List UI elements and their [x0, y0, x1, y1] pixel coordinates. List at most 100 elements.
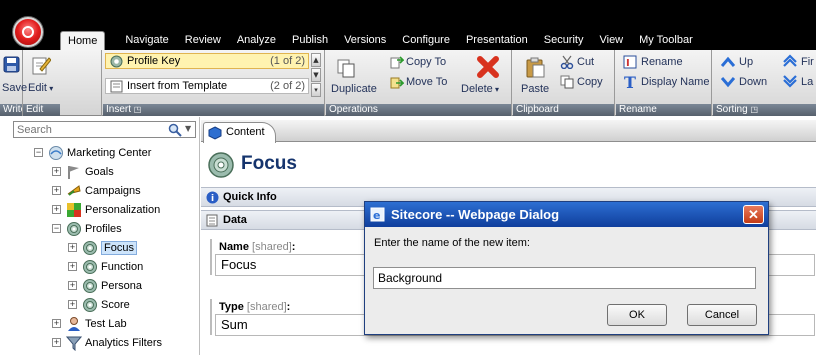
- svg-text:I: I: [626, 58, 630, 69]
- operations-group-label: Operations: [326, 104, 511, 116]
- expand-icon[interactable]: +: [52, 338, 61, 347]
- insert-group-label: Insert: [106, 104, 132, 115]
- tab-view[interactable]: View: [599, 31, 623, 50]
- profile-icon: [83, 259, 97, 274]
- test-lab-icon: [68, 316, 80, 331]
- up-arrow-icon: [721, 56, 735, 67]
- tab-review[interactable]: Review: [185, 31, 221, 50]
- insert-option-label: Insert from Template: [127, 80, 228, 92]
- collapse-icon[interactable]: −: [52, 224, 61, 233]
- delete-icon: [477, 56, 499, 78]
- cut-button[interactable]: Cut: [577, 56, 594, 68]
- info-icon: i: [206, 191, 219, 204]
- tab-configure[interactable]: Configure: [402, 31, 450, 50]
- tree-item-profiles[interactable]: − Profiles: [52, 219, 122, 238]
- copy-button[interactable]: Copy: [577, 76, 603, 88]
- tree-item-label-function: Function: [101, 260, 144, 273]
- tab-publish[interactable]: Publish: [292, 31, 328, 50]
- tree-item-focus[interactable]: + Focus: [68, 238, 137, 257]
- tab-security[interactable]: Security: [544, 31, 584, 50]
- tree-item-analytics-filters[interactable]: + Analytics Filters: [52, 333, 162, 352]
- tree-item-label-marketing-center: Marketing Center: [67, 146, 152, 159]
- svg-text:i: i: [211, 194, 214, 204]
- expand-icon[interactable]: +: [52, 319, 61, 328]
- tab-analyze[interactable]: Analyze: [237, 31, 276, 50]
- tab-content-label: Content: [226, 126, 265, 138]
- collapse-icon[interactable]: −: [34, 148, 43, 157]
- sort-last-button[interactable]: La: [801, 76, 813, 88]
- expand-icon[interactable]: +: [52, 205, 61, 214]
- expand-icon[interactable]: +: [68, 300, 77, 309]
- dialog-title-bar[interactable]: e Sitecore -- Webpage Dialog ✕: [365, 202, 768, 227]
- tree-item-score[interactable]: + Score: [68, 295, 130, 314]
- delete-button[interactable]: Delete ▾: [461, 83, 499, 95]
- profile-icon: [83, 240, 97, 255]
- data-section-icon: [206, 214, 218, 227]
- sort-last-icon: [783, 75, 797, 88]
- content-tab-icon: [208, 126, 222, 140]
- edit-button[interactable]: Edit ▾: [28, 82, 53, 94]
- search-icon[interactable]: [168, 123, 182, 137]
- tree-item-test-lab[interactable]: + Test Lab: [52, 314, 127, 333]
- write-group-label: Write: [0, 104, 22, 116]
- tree-item-label-goals: Goals: [85, 165, 114, 178]
- tree-item-function[interactable]: + Function: [68, 257, 143, 276]
- gallery-scroll-down[interactable]: ▼: [311, 68, 321, 82]
- sorting-group-label: Sorting: [716, 104, 748, 115]
- svg-text:e: e: [373, 209, 380, 222]
- paste-button[interactable]: Paste: [521, 83, 549, 95]
- close-icon[interactable]: ✕: [743, 205, 764, 224]
- tree-item-campaigns[interactable]: + Campaigns: [52, 181, 141, 200]
- copy-to-button[interactable]: Copy To: [406, 56, 446, 68]
- item-name-input[interactable]: [373, 267, 756, 289]
- tab-versions[interactable]: Versions: [344, 31, 386, 50]
- search-input[interactable]: [14, 122, 154, 137]
- expand-icon[interactable]: +: [68, 243, 77, 252]
- copy-icon: [560, 75, 574, 89]
- ok-button[interactable]: OK: [607, 304, 667, 326]
- tree-item-label-test-lab: Test Lab: [85, 317, 127, 330]
- field-colon: :: [286, 301, 291, 313]
- tree-item-marketing-center[interactable]: − Marketing Center: [34, 143, 151, 162]
- display-name-button[interactable]: Display Name: [641, 76, 709, 88]
- type-field-label: Type [shared]:: [219, 301, 290, 313]
- insert-option-profile-key[interactable]: Profile Key (1 of 2): [105, 53, 309, 69]
- move-to-button[interactable]: Move To: [406, 76, 447, 88]
- tab-navigate[interactable]: Navigate: [125, 31, 168, 50]
- sitecore-start-button[interactable]: [13, 17, 43, 47]
- insert-group: Profile Key (1 of 2) Insert from Templat…: [103, 50, 325, 116]
- tab-home[interactable]: Home: [60, 31, 106, 50]
- delete-button-label: Delete: [461, 83, 493, 95]
- name-field-label: Name [shared]:: [219, 241, 295, 253]
- tree-item-persona[interactable]: + Persona: [68, 276, 142, 295]
- save-icon: [3, 56, 20, 73]
- sort-up-button[interactable]: Up: [739, 56, 753, 68]
- profile-icon: [83, 297, 97, 312]
- sort-down-button[interactable]: Down: [739, 76, 767, 88]
- ie-page-icon: e: [370, 207, 385, 222]
- profile-key-icon: [110, 55, 123, 68]
- rename-icon: I: [623, 55, 637, 69]
- expand-icon[interactable]: +: [52, 167, 61, 176]
- tab-my-toolbar[interactable]: My Toolbar: [639, 31, 693, 50]
- rename-button[interactable]: Rename: [641, 56, 683, 68]
- expand-icon[interactable]: +: [52, 186, 61, 195]
- operations-group: Duplicate Copy To Move To Delete ▾ Opera…: [326, 50, 512, 116]
- duplicate-button[interactable]: Duplicate: [331, 83, 377, 95]
- insert-option-insert-from-template[interactable]: Insert from Template (2 of 2): [105, 78, 309, 94]
- cancel-button[interactable]: Cancel: [687, 304, 757, 326]
- gallery-scroll-up[interactable]: ▲: [311, 53, 321, 67]
- chevron-down-icon[interactable]: ▼: [185, 124, 191, 133]
- tab-content[interactable]: Content: [203, 122, 276, 143]
- tree-item-goals[interactable]: + Goals: [52, 162, 114, 181]
- tab-presentation[interactable]: Presentation: [466, 31, 528, 50]
- sort-first-button[interactable]: Fir: [801, 56, 814, 68]
- expand-icon[interactable]: +: [68, 281, 77, 290]
- tree-item-label-profiles: Profiles: [85, 222, 122, 235]
- tree-item-personalization[interactable]: + Personalization: [52, 200, 160, 219]
- campaigns-icon: [67, 184, 81, 196]
- expand-icon[interactable]: +: [68, 262, 77, 271]
- gallery-expand[interactable]: ▾: [311, 83, 321, 97]
- tree-item-label-persona: Persona: [101, 279, 142, 292]
- tree-item-label-personalization: Personalization: [85, 203, 161, 216]
